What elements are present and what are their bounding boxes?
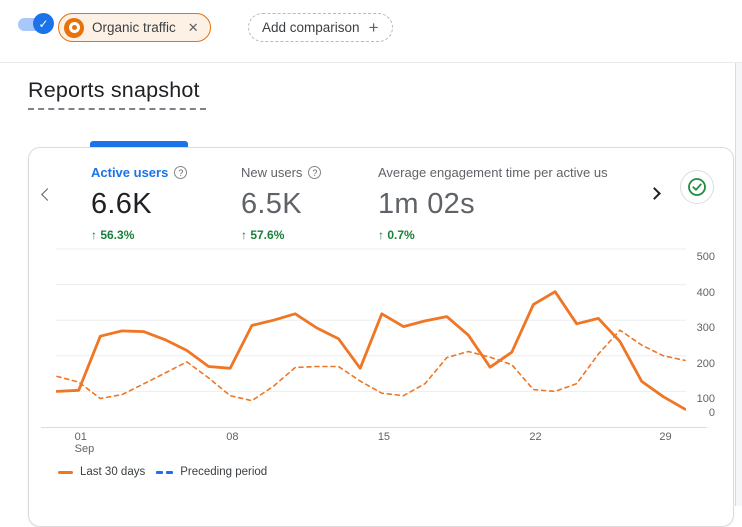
x-axis-tick-label: 29 (659, 431, 671, 443)
add-comparison-label: Add comparison (262, 20, 360, 35)
comparison-toggle[interactable]: ✓ (16, 13, 54, 35)
y-axis-tick-label: 200 (687, 358, 715, 371)
comparison-chip-label: Organic traffic (92, 20, 176, 35)
legend-label: Preceding period (180, 466, 267, 478)
add-comparison-button[interactable]: Add comparison + (248, 13, 393, 42)
page-title[interactable]: Reports snapshot (28, 78, 206, 103)
legend-solid-line-icon (58, 471, 73, 474)
metric-new-users[interactable]: New users? 6.5K ↑ 57.6% (241, 165, 321, 242)
help-icon[interactable]: ? (174, 166, 187, 179)
x-axis-line (41, 427, 707, 428)
y-axis-tick-label: 400 (687, 287, 715, 300)
chart-legend: Last 30 days Preceding period (58, 466, 267, 478)
comparison-dot-icon (64, 18, 84, 38)
metric-value: 1m 02s (378, 188, 608, 221)
legend-dashed-line-icon (156, 471, 173, 474)
help-icon[interactable]: ? (308, 166, 321, 179)
comparison-chip-organic-traffic[interactable]: Organic traffic ✕ (58, 13, 211, 42)
scroll-metrics-right-icon[interactable] (648, 187, 661, 200)
metric-label[interactable]: Average engagement time per active us (378, 165, 608, 180)
metric-delta: ↑ 57.6% (241, 228, 321, 242)
data-quality-badge[interactable] (680, 170, 714, 204)
x-axis-tick-label: 01Sep (75, 431, 95, 455)
legend-label: Last 30 days (80, 466, 145, 478)
x-axis-tick-label: 15 (378, 431, 390, 443)
metric-value: 6.6K (91, 188, 187, 221)
metric-delta: ↑ 0.7% (378, 228, 608, 242)
toolbar-divider (0, 62, 742, 63)
metric-delta: ↑ 56.3% (91, 228, 187, 242)
metric-label[interactable]: New users (241, 165, 302, 180)
metric-value: 6.5K (241, 188, 321, 221)
line-chart-plot[interactable] (56, 247, 686, 433)
x-axis-tick-label: 08 (226, 431, 238, 443)
legend-item-preceding-period: Preceding period (156, 466, 267, 478)
y-axis-tick-label: 0 (687, 407, 715, 420)
y-axis-tick-label: 300 (687, 322, 715, 335)
y-axis-tick-label: 100 (687, 393, 715, 406)
metric-avg-engagement-time[interactable]: Average engagement time per active us 1m… (378, 165, 608, 242)
scroll-metrics-left-icon[interactable] (41, 188, 54, 201)
right-gutter (735, 63, 742, 506)
summary-card: Active users? 6.6K ↑ 56.3% New users? 6.… (28, 147, 734, 527)
x-axis-tick-label: 22 (529, 431, 541, 443)
page-title-underline (28, 108, 206, 110)
legend-item-last-30-days: Last 30 days (58, 466, 145, 478)
green-check-circle-icon (687, 177, 707, 197)
top-toolbar: ✓ Organic traffic ✕ Add comparison + (0, 0, 742, 62)
toggle-check-icon: ✓ (33, 13, 54, 34)
metric-label[interactable]: Active users (91, 165, 168, 180)
y-axis-tick-label: 500 (687, 251, 715, 264)
plus-icon: + (369, 19, 379, 36)
metric-active-users[interactable]: Active users? 6.6K ↑ 56.3% (91, 165, 187, 242)
remove-comparison-icon[interactable]: ✕ (188, 20, 199, 36)
